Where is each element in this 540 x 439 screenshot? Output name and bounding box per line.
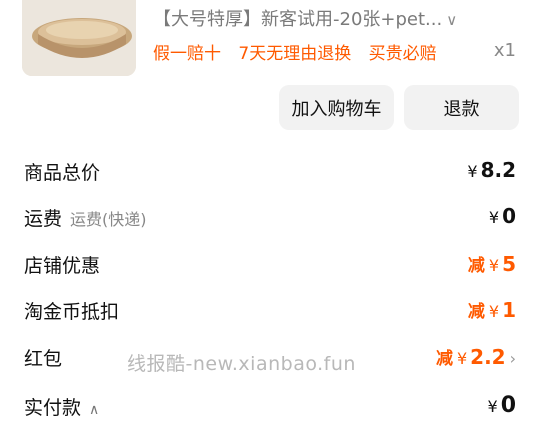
red-packet-value[interactable]: 减 ¥2.2 › [436,344,516,369]
product-title-text: 【大号特厚】新客试用-20张+pet... [153,9,443,30]
shipping-label-text: 运费 [24,208,63,230]
goods-total-amount: 8.2 [480,158,516,182]
store-discount-label: 店铺优惠 [24,255,101,277]
currency-symbol: ¥ [467,162,478,181]
red-packet-label: 红包 [24,348,63,370]
coin-deduction-row: 淘金币抵扣 减 ¥1 [24,297,516,327]
product-thumbnail[interactable] [22,0,136,76]
minus-prefix: 减 [435,349,453,369]
chevron-right-icon[interactable]: › [510,349,516,368]
paid-label[interactable]: 实付款 ∧ [24,393,99,420]
store-discount-amount: 5 [502,252,516,276]
paid-amount: 0 [500,393,516,418]
shipping-value: ¥0 [489,204,516,228]
paid-value: ¥0 [488,393,517,418]
currency-symbol: ¥ [487,397,498,416]
shipping-method: 运费(快递) [70,210,147,229]
currency-symbol: ¥ [488,302,500,321]
coin-deduction-amount: 1 [502,298,516,322]
coin-deduction-label: 淘金币抵扣 [24,301,120,323]
add-to-cart-button[interactable]: 加入购物车 [279,85,394,130]
shipping-amount: 0 [502,204,516,228]
quantity: x1 [493,40,516,61]
goods-total-label: 商品总价 [24,162,101,184]
currency-symbol: ¥ [488,208,500,227]
chevron-down-icon[interactable]: ∨ [446,11,457,29]
currency-symbol: ¥ [488,256,500,275]
coin-deduction-value: 减 ¥1 [468,297,516,322]
store-discount-value: 减 ¥5 [468,251,516,276]
tag-item: 假一赔十 [153,44,221,64]
minus-prefix: 减 [467,256,485,276]
red-packet-amount: 2.2 [470,345,506,369]
goods-total-value: ¥8.2 [467,158,516,182]
store-discount-row: 店铺优惠 减 ¥5 [24,251,516,281]
service-tags: 假一赔十 7天无理由退换 买贵必赔 [153,39,449,64]
tag-item: 买贵必赔 [368,44,437,64]
paid-row: 实付款 ∧ ¥0 [24,393,516,423]
watermark: 线报酷-new.xianbao.fun [127,353,356,375]
tag-item: 7天无理由退换 [238,44,352,64]
minus-prefix: 减 [467,302,485,322]
shipping-row: 运费 运费(快递) ¥0 [24,204,516,234]
currency-symbol: ¥ [456,349,468,368]
chevron-up-icon[interactable]: ∧ [89,402,99,418]
product-title[interactable]: 【大号特厚】新客试用-20张+pet... ∨ [153,5,457,31]
goods-total-row: 商品总价 ¥8.2 [24,158,516,188]
refund-button[interactable]: 退款 [404,85,519,130]
shipping-label: 运费 运费(快递) [24,204,147,231]
paid-label-text: 实付款 [24,397,82,419]
